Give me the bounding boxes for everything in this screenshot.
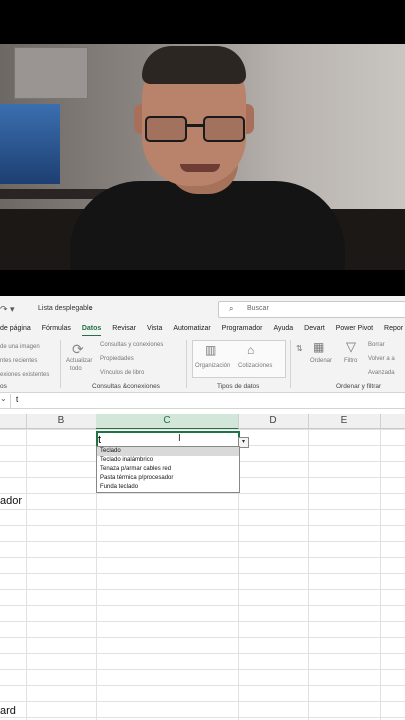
tab-power-pivot[interactable]: Power Pivot [336, 322, 373, 336]
ribbon-separator [290, 340, 291, 388]
refresh-icon: ⟳ [72, 341, 84, 357]
queries-connections-button[interactable]: Consultas y conexiones [100, 342, 163, 348]
dropdown-list: Teclado Teclado inalámbrico Tenaza p/arm… [96, 446, 240, 493]
glasses-lens [203, 116, 245, 142]
gridline [308, 429, 309, 720]
tab-review[interactable]: Revisar [112, 322, 136, 336]
chevron-down-icon[interactable]: ⌄ [88, 304, 94, 312]
tab-devart[interactable]: Devart [304, 322, 325, 336]
trophy-shelf [0, 104, 60, 184]
active-cell-value: t [98, 434, 102, 446]
tab-report[interactable]: Repor [384, 322, 403, 336]
excel-window: ↷ ▾ Lista desplegable ⌄ ⌕ Buscar de pági… [0, 296, 405, 720]
presenter-body [70, 181, 345, 270]
ribbon-separator [186, 340, 187, 388]
sort-filter-group-label: Ordenar y filtrar [336, 383, 382, 390]
refresh-all-sub[interactable]: todo [70, 366, 82, 372]
sort-az-icon[interactable]: ⇅ [296, 344, 303, 353]
formula-bar-divider [10, 394, 11, 408]
title-bar: ↷ ▾ Lista desplegable ⌄ ⌕ Buscar [0, 296, 405, 322]
chevron-down-icon[interactable]: ⌄ [0, 394, 7, 403]
ribbon-tabs: de página Fórmulas Datos Revisar Vista A… [0, 322, 405, 337]
redo-icon[interactable]: ↷ ▾ [0, 304, 15, 315]
glasses-lens [145, 116, 187, 142]
column-header-d[interactable]: D [238, 414, 309, 428]
organization-type[interactable]: Organización [195, 363, 230, 369]
cell-text: ard [0, 705, 16, 717]
reapply-button[interactable]: Volver a a [368, 356, 395, 362]
tab-data[interactable]: Datos [81, 323, 102, 337]
organization-icon: ▥ [205, 343, 217, 357]
sort-icon: ▦ [313, 340, 325, 354]
get-data-group-label: os [0, 383, 7, 390]
properties-button[interactable]: Propiedades [100, 356, 134, 362]
workbook-links-button[interactable]: Vínculos de libro [100, 370, 144, 376]
presenter-mouth [180, 164, 220, 172]
presenter-hair [142, 46, 246, 84]
filter-icon: ▽ [346, 339, 356, 354]
tab-developer[interactable]: Programador [222, 322, 263, 336]
recent-sources-button[interactable]: ntes recientes [0, 358, 37, 364]
filter-button[interactable]: Filtro [344, 358, 357, 364]
dropdown-option[interactable]: Teclado inalámbrico [97, 456, 239, 465]
search-input[interactable]: Buscar [247, 305, 269, 312]
existing-connections-button[interactable]: exiones existentes [0, 372, 49, 378]
tab-automate[interactable]: Automatizar [173, 322, 210, 336]
sort-button[interactable]: Ordenar [310, 358, 332, 364]
webcam-video [0, 44, 405, 270]
clear-filter-button[interactable]: Borrar [368, 342, 385, 348]
cell-text: ador [0, 495, 23, 507]
data-types-gallery[interactable]: ▥ Organización ⌂ Cotizaciones [192, 340, 286, 378]
text-cursor-icon: I [178, 433, 181, 444]
search-icon: ⌕ [229, 304, 234, 313]
tab-view[interactable]: Vista [147, 322, 162, 336]
stocks-icon: ⌂ [247, 343, 255, 357]
column-header-e[interactable]: E [308, 414, 381, 428]
queries-group-label: Consultas &conexiones [92, 383, 160, 390]
dropdown-option[interactable]: Teclado [97, 447, 239, 456]
column-header-c[interactable]: C [96, 414, 239, 430]
formula-input[interactable]: t [16, 395, 18, 404]
tab-help[interactable]: Ayuda [273, 322, 293, 336]
tab-page-layout[interactable]: de página [0, 322, 31, 336]
tab-formulas[interactable]: Fórmulas [42, 322, 71, 336]
formula-bar: ⌄ t [0, 394, 405, 409]
column-header-a[interactable] [0, 414, 27, 428]
refresh-all-button[interactable]: Actualizar [66, 358, 92, 364]
dropdown-option[interactable]: Funda teclado [97, 483, 239, 492]
stocks-type[interactable]: Cotizaciones [238, 363, 272, 369]
gridline [26, 429, 27, 720]
dropdown-option[interactable]: Tenaza p/armar cables red [97, 465, 239, 474]
advanced-filter-button[interactable]: Avanzada [368, 370, 395, 376]
glasses-bridge [186, 124, 203, 127]
from-image-button[interactable]: de una imagen [0, 344, 40, 350]
data-types-group-label: Tipos de datos [217, 383, 260, 390]
column-headers: B C D E [0, 414, 405, 430]
dropdown-option[interactable]: Pasta térmica p/procesador [97, 474, 239, 483]
ribbon-separator [60, 340, 61, 388]
ribbon: de una imagen ntes recientes exiones exi… [0, 336, 405, 393]
list-label[interactable]: Lista desplegable [38, 305, 93, 312]
wall-frame [14, 47, 88, 99]
column-header-b[interactable]: B [26, 414, 97, 428]
search-box[interactable]: ⌕ Buscar [218, 301, 405, 318]
gridline [380, 429, 381, 720]
